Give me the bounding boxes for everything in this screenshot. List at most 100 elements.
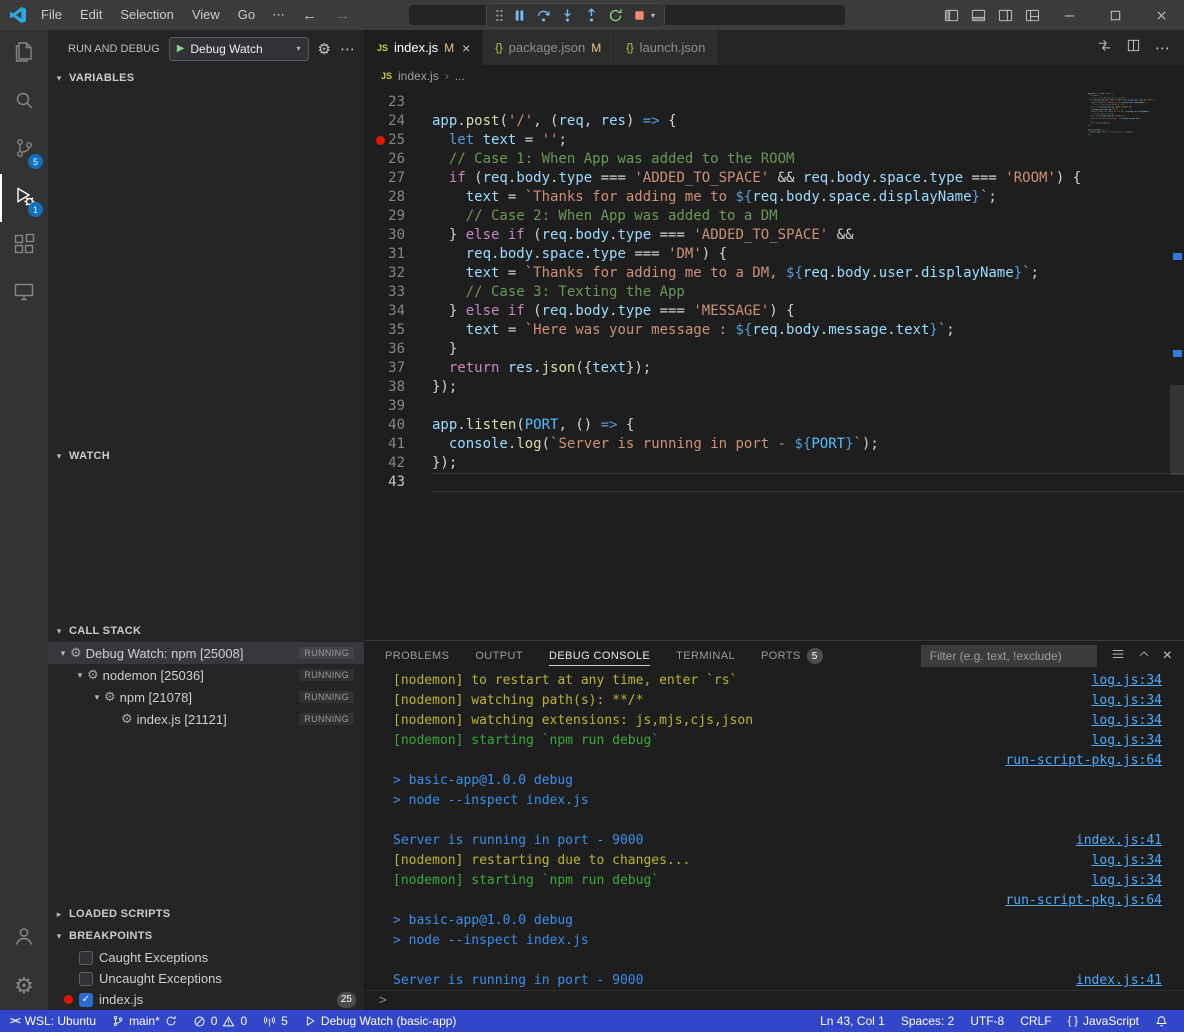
debug-console-output[interactable]: [nodemon] to restart at any time, enter …	[365, 671, 1184, 990]
console-input[interactable]: >	[365, 990, 1184, 1010]
gutter[interactable]: 2324252627282930313233343536373839404142…	[365, 87, 432, 640]
section-watch[interactable]: ▾ WATCH	[48, 445, 364, 467]
breakpoint-row[interactable]: Uncaught Exceptions	[48, 968, 364, 989]
collapse-all-icon[interactable]	[1111, 647, 1125, 666]
menu-edit[interactable]: Edit	[71, 7, 111, 23]
activity-remote-explorer[interactable]	[0, 270, 48, 318]
menu-view[interactable]: View	[183, 7, 229, 23]
call-stack-row[interactable]: ▾⚙nodemon [25036]RUNNING	[48, 664, 364, 686]
breadcrumb-symbol[interactable]: ...	[455, 69, 465, 83]
stop-dropdown-chevron-icon[interactable]: ▾	[651, 11, 655, 20]
status-item-language-mode[interactable]: { }JavaScript	[1060, 1010, 1147, 1032]
section-loaded-scripts[interactable]: ▸ LOADED SCRIPTS	[48, 903, 364, 925]
status-item-git-branch[interactable]: main*	[104, 1010, 185, 1032]
breakpoint-row[interactable]: Caught Exceptions	[48, 947, 364, 968]
maximize-icon[interactable]	[1092, 0, 1138, 30]
maximize-panel-icon[interactable]	[1137, 647, 1151, 666]
call-stack-row[interactable]: ⚙index.js [21121]RUNNING	[48, 708, 364, 730]
source-link[interactable]: log.js:34	[1092, 711, 1162, 731]
pause-icon[interactable]	[512, 8, 527, 23]
activity-settings[interactable]: ⚙	[0, 962, 48, 1010]
minimap[interactable]: app.post('/', (req, res) => { let text =…	[1088, 90, 1170, 640]
menu-overflow-icon[interactable]: ⋯	[264, 7, 293, 23]
status-item-debug-status[interactable]: Debug Watch (basic-app)	[296, 1010, 465, 1032]
menu-go[interactable]: Go	[229, 7, 264, 23]
editor-tab[interactable]: {}launch.json	[614, 30, 718, 65]
status-item-problems[interactable]: 00	[185, 1010, 255, 1032]
activity-extensions[interactable]	[0, 222, 48, 270]
breakpoint-checkbox[interactable]: ✓	[79, 993, 93, 1007]
configure-gear-icon[interactable]: ⚙	[318, 40, 331, 58]
activity-search[interactable]	[0, 78, 48, 126]
open-changes-icon[interactable]	[1097, 38, 1112, 58]
close-tab-icon[interactable]: ×	[462, 40, 470, 56]
debug-config-dropdown[interactable]: ▶ Debug Watch ▾	[169, 37, 309, 61]
panel-tab[interactable]: TERMINAL	[676, 641, 735, 671]
drag-handle-icon[interactable]	[496, 9, 503, 22]
editor-tab[interactable]: JSindex.jsM×	[365, 30, 483, 65]
status-item-cursor-position[interactable]: Ln 43, Col 1	[812, 1010, 893, 1032]
console-filter-input[interactable]	[921, 645, 1097, 667]
source-link[interactable]: index.js:41	[1076, 831, 1162, 851]
panel-tab[interactable]: DEBUG CONSOLE	[549, 641, 650, 671]
code-lines[interactable]: app.post('/', (req, res) => { let text =…	[432, 87, 1184, 640]
breakpoint-checkbox[interactable]	[79, 951, 93, 965]
source-link[interactable]: index.js:41	[1076, 971, 1162, 990]
customize-layout-icon[interactable]	[1019, 0, 1046, 30]
breakpoint-row[interactable]: ✓index.js25	[48, 989, 364, 1010]
breadcrumb-file[interactable]: index.js	[398, 69, 439, 83]
editor-tab[interactable]: {}package.jsonM	[483, 30, 614, 65]
source-link[interactable]: log.js:34	[1092, 851, 1162, 871]
menu-selection[interactable]: Selection	[111, 7, 182, 23]
step-out-icon[interactable]	[584, 8, 599, 23]
source-link[interactable]: log.js:34	[1092, 671, 1162, 691]
split-editor-icon[interactable]	[1126, 38, 1141, 58]
section-variables[interactable]: ▾ VARIABLES	[48, 67, 364, 89]
menu-file[interactable]: File	[32, 7, 71, 23]
status-item-indentation[interactable]: Spaces: 2	[893, 1010, 962, 1032]
panel-tab[interactable]: PORTS5	[761, 641, 823, 671]
source-link[interactable]: log.js:34	[1092, 691, 1162, 711]
go-back-icon[interactable]: ←	[293, 7, 326, 24]
panel-tab[interactable]: PROBLEMS	[385, 641, 449, 671]
status-item-remote-indicator[interactable]: ><WSL: Ubuntu	[2, 1010, 104, 1032]
activity-explorer[interactable]	[0, 30, 48, 78]
overview-ruler[interactable]	[1170, 87, 1184, 640]
source-link[interactable]: log.js:34	[1092, 871, 1162, 891]
line-number: 38	[388, 379, 405, 395]
source-link[interactable]: run-script-pkg.js:64	[1005, 891, 1162, 911]
start-debug-icon[interactable]: ▶	[177, 43, 185, 54]
step-into-icon[interactable]	[560, 8, 575, 23]
call-stack-row[interactable]: ▾⚙npm [21078]RUNNING	[48, 686, 364, 708]
restart-icon[interactable]	[608, 8, 623, 23]
close-window-icon[interactable]	[1138, 0, 1184, 30]
go-forward-icon[interactable]: →	[326, 7, 359, 24]
activity-source-control[interactable]: 5	[0, 126, 48, 174]
close-panel-icon[interactable]: ×	[1163, 647, 1172, 665]
toggle-secondary-sidebar-icon[interactable]	[992, 0, 1019, 30]
section-call-stack[interactable]: ▾ CALL STACK	[48, 620, 364, 642]
step-over-icon[interactable]	[536, 8, 551, 23]
views-more-actions-icon[interactable]: ⋯	[340, 40, 356, 58]
panel-tab[interactable]: OUTPUT	[475, 641, 523, 671]
status-item-eol[interactable]: CRLF	[1012, 1010, 1059, 1032]
breakpoint-checkbox[interactable]	[79, 972, 93, 986]
minimize-icon[interactable]	[1046, 0, 1092, 30]
status-item-notifications[interactable]	[1147, 1010, 1176, 1032]
scrollbar-thumb[interactable]	[1170, 385, 1184, 475]
stop-icon[interactable]	[632, 8, 647, 23]
status-item-forwarded-ports[interactable]: 5	[255, 1010, 296, 1032]
call-stack-row[interactable]: ▾⚙Debug Watch: npm [25008]RUNNING	[48, 642, 364, 664]
source-link[interactable]: log.js:34	[1092, 731, 1162, 751]
toggle-primary-sidebar-icon[interactable]	[938, 0, 965, 30]
activity-accounts[interactable]	[0, 914, 48, 962]
code-editor[interactable]: 2324252627282930313233343536373839404142…	[365, 87, 1184, 640]
editor-tabs: JSindex.jsM×{}package.jsonM{}launch.json	[365, 30, 718, 65]
status-item-encoding[interactable]: UTF-8	[962, 1010, 1012, 1032]
breakpoint-dot[interactable]	[376, 136, 385, 145]
toggle-panel-icon[interactable]	[965, 0, 992, 30]
source-link[interactable]: run-script-pkg.js:64	[1005, 751, 1162, 771]
editor-more-actions-icon[interactable]: ⋯	[1155, 39, 1170, 57]
section-breakpoints[interactable]: ▾ BREAKPOINTS	[48, 925, 364, 947]
activity-run-debug[interactable]: 1	[0, 174, 48, 222]
